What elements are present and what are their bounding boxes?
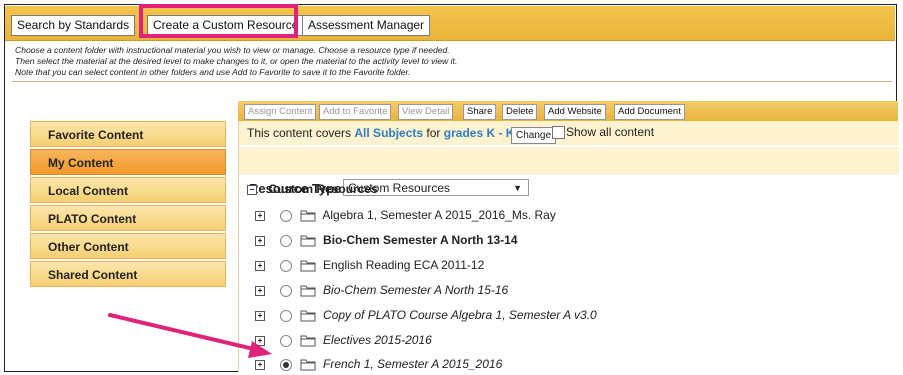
annotation-arrow-icon (108, 313, 272, 358)
